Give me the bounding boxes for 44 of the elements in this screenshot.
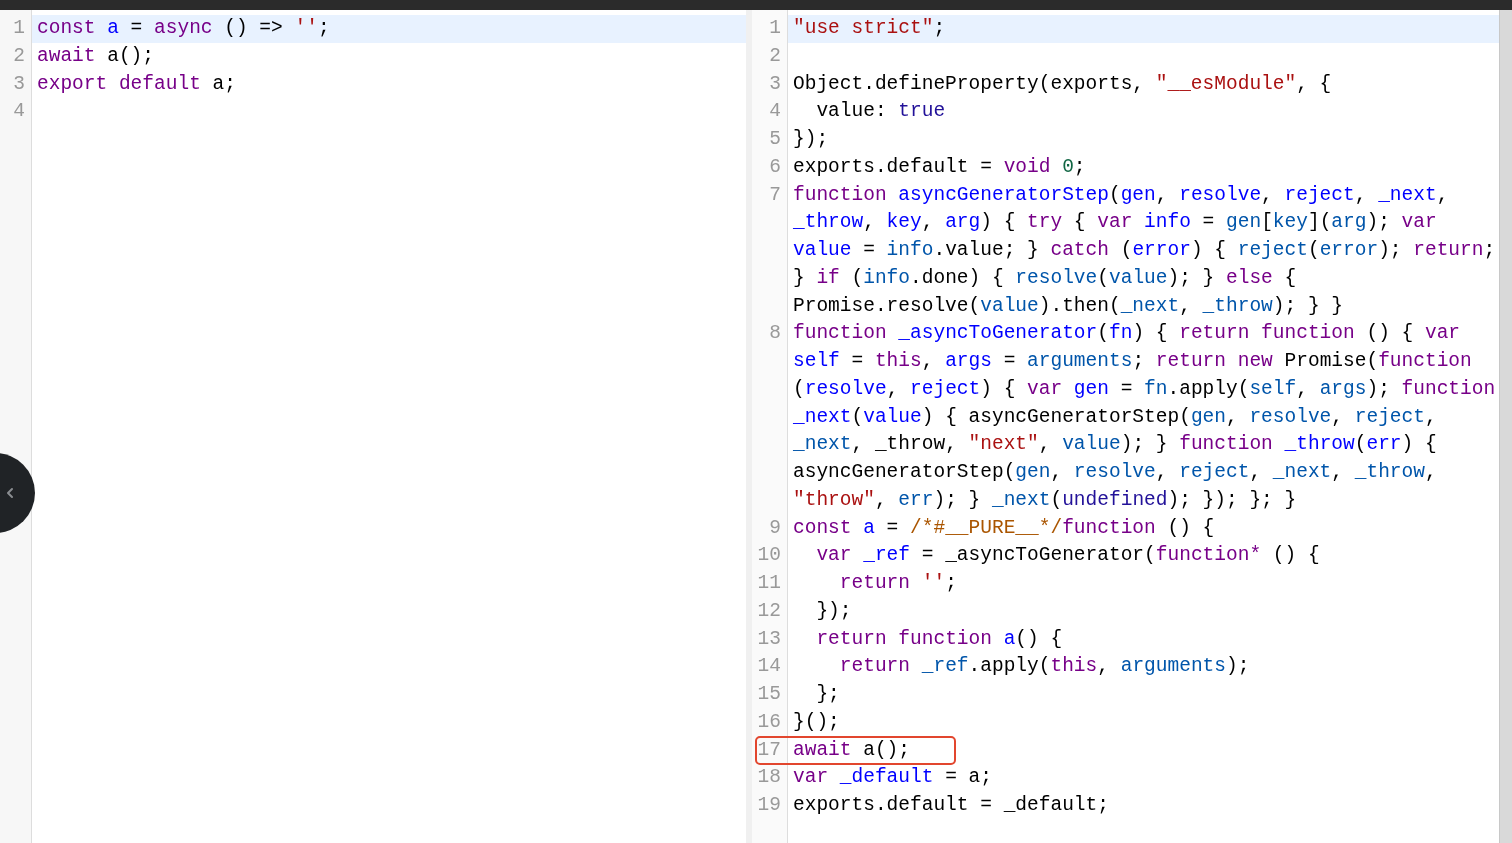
line-number: 3 (12, 71, 26, 97)
code-line: var _default = a; (792, 765, 993, 791)
line-number: 11 (756, 571, 782, 596)
line-number: 19 (756, 793, 782, 818)
line-number: 1 (768, 16, 782, 41)
line-number: 3 (768, 71, 782, 97)
line-number: 7 (768, 182, 782, 208)
code-line: return _ref.apply(this, arguments); (838, 654, 1251, 680)
code-line: var _ref = _asyncToGenerator(function* () { (815, 543, 1321, 569)
code-line: return function a() { (815, 626, 1064, 652)
line-number: 1 (12, 16, 26, 41)
line-number: 9 (768, 515, 782, 541)
code-line: }); (792, 127, 830, 152)
line-number: 2 (12, 43, 26, 69)
code-line: await a(); (792, 737, 912, 763)
line-number: 6 (768, 154, 782, 180)
line-number: 13 (756, 626, 782, 652)
line-number: 4 (768, 99, 782, 125)
code-line: }(); (792, 709, 841, 735)
line-number: 4 (12, 99, 26, 125)
code-line: exports.default = _default; (792, 793, 1110, 818)
line-number: 10 (756, 543, 782, 569)
code-line: export default a; (36, 71, 237, 97)
line-number: 17 (756, 737, 782, 763)
code-line: exports.default = void 0; (792, 154, 1087, 180)
line-number: 14 (756, 654, 782, 680)
line-number: 18 (756, 765, 782, 791)
code-line: }; (815, 682, 841, 707)
line-number: 16 (756, 709, 782, 735)
code-line: function _asyncToGenerator(fn) { return function () { var self = this, args = arguments; return new Promise(function (resolve, reject) { var gen = fn.apply(self, args); function _next(value) { asyncGeneratorStep(gen, resolve, reject, _next, _throw, "next", value); } function _throw(err) { asyncGeneratorStep(gen, resolve, reject, _next, _throw, "throw", err); } _next(undefined); }); }; } (792, 321, 1497, 513)
input-editor[interactable]: 1 const a = async () => ''; 2 await a(); 3 export default a; 4 (0, 10, 746, 843)
scrollbar[interactable] (1499, 10, 1512, 843)
code-line: await a(); (36, 43, 156, 69)
code-line: value: true (815, 99, 947, 125)
line-number: 8 (768, 321, 782, 347)
line-number: 2 (768, 43, 782, 69)
code-line: }); (815, 598, 853, 624)
line-number: 5 (768, 127, 782, 152)
code-line: return ''; (838, 571, 958, 596)
code-line: function asyncGeneratorStep(gen, resolve, reject, _next, _throw, key, arg) { try { var info = gen[key](arg); var value = info.value; } catch (error) { reject(error); return; } if (info.done) { resolve(value); } else { Promise.resolve(value).then(_next, _throw); } } (792, 182, 1497, 319)
code-line: const a = /*#__PURE__*/function () { (792, 515, 1216, 541)
code-line: Object.defineProperty(exports, "__esModule", { (792, 71, 1333, 97)
line-number: 12 (756, 598, 782, 624)
line-number: 15 (756, 682, 782, 707)
